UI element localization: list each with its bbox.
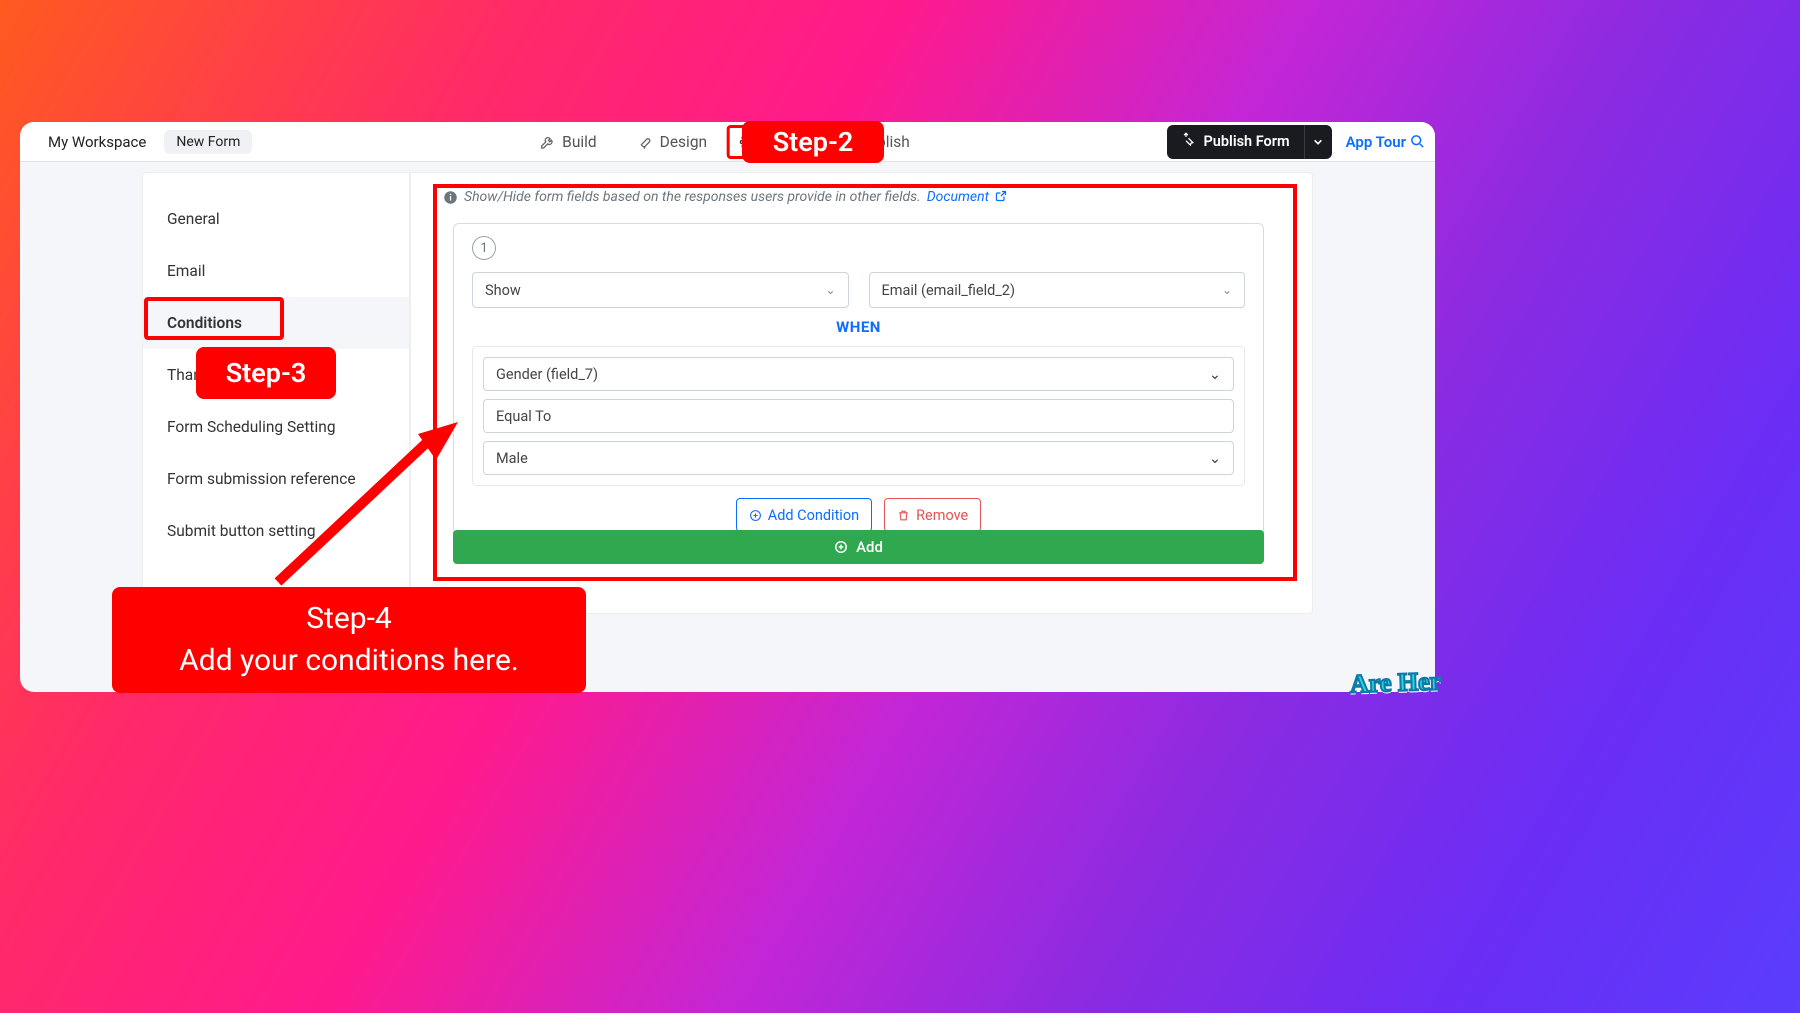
search-icon <box>1410 134 1425 149</box>
form-name-chip[interactable]: New Form <box>164 130 252 154</box>
header-right: Publish Form App Tour <box>1167 125 1426 159</box>
chevron-down-icon <box>1313 137 1323 147</box>
nav-build[interactable]: Build <box>519 122 616 162</box>
callout-step-2: Step-2 <box>742 121 884 163</box>
sidebar-item-general[interactable]: General <box>143 193 409 245</box>
document-link[interactable]: Document <box>927 189 1007 205</box>
publish-label: Publish Form <box>1204 133 1290 150</box>
action-select-value: Show <box>485 282 521 299</box>
callout-step-3: Step-3 <box>196 347 336 399</box>
when-label: WHEN <box>472 318 1245 336</box>
remove-label: Remove <box>916 507 968 524</box>
nav-design[interactable]: Design <box>617 122 727 162</box>
chevron-down-icon: ⌄ <box>1209 366 1221 383</box>
remove-button[interactable]: Remove <box>884 498 981 532</box>
callout-step-4-subtitle: Add your conditions here. <box>179 640 519 682</box>
chevron-down-icon: ⌄ <box>1209 450 1221 467</box>
watermark-text: Are Her <box>1349 666 1441 699</box>
condition-number-badge: 1 <box>472 236 496 260</box>
info-row: Show/Hide form fields based on the respo… <box>443 189 1284 205</box>
callout-step-2-text: Step-2 <box>773 126 854 158</box>
app-tour-label: App Tour <box>1346 133 1406 151</box>
value-select-value: Male <box>496 450 528 467</box>
condition-actions: Add Condition Remove <box>472 498 1245 532</box>
add-button[interactable]: Add <box>453 530 1264 564</box>
external-link-icon <box>995 190 1007 202</box>
pointer-icon <box>1181 132 1196 151</box>
chevron-down-icon: ⌄ <box>825 283 835 297</box>
source-field-value: Gender (field_7) <box>496 366 598 383</box>
main-panel: Show/Hide form fields based on the respo… <box>410 172 1313 614</box>
workspace-label[interactable]: My Workspace <box>48 133 146 151</box>
plus-circle-icon <box>834 540 848 554</box>
trash-icon <box>897 509 910 522</box>
sidebar-item-email[interactable]: Email <box>143 245 409 297</box>
page-background: My Workspace New Form Build Design <box>0 0 1800 1013</box>
publish-main[interactable]: Publish Form <box>1167 132 1304 151</box>
brush-icon <box>637 134 653 150</box>
operator-input[interactable]: Equal To <box>483 399 1234 433</box>
condition-card: 1 Show ⌄ Email (email_field_2) ⌄ WHEN <box>453 223 1264 551</box>
operator-value: Equal To <box>496 408 551 425</box>
plus-circle-icon <box>749 509 762 522</box>
chevron-down-icon: ⌄ <box>1222 283 1232 297</box>
rule-box: Gender (field_7) ⌄ Equal To Male ⌄ <box>472 346 1245 486</box>
app-tour-link[interactable]: App Tour <box>1346 133 1425 151</box>
info-icon <box>443 190 458 205</box>
target-field-select[interactable]: Email (email_field_2) ⌄ <box>869 272 1246 308</box>
arrow-annotation <box>258 422 478 592</box>
nav-build-label: Build <box>562 133 596 151</box>
target-field-value: Email (email_field_2) <box>882 282 1016 299</box>
document-link-label: Document <box>927 189 989 205</box>
app-window: My Workspace New Form Build Design <box>20 122 1435 692</box>
publish-caret[interactable] <box>1304 125 1332 159</box>
conditions-highlight-box <box>144 297 284 340</box>
app-header: My Workspace New Form Build Design <box>20 122 1435 162</box>
nav-design-label: Design <box>660 133 707 151</box>
wrench-icon <box>539 134 555 150</box>
callout-step-4: Step-4 Add your conditions here. <box>112 587 586 693</box>
add-condition-label: Add Condition <box>768 507 859 524</box>
callout-step-3-text: Step-3 <box>226 357 307 389</box>
value-select[interactable]: Male ⌄ <box>483 441 1234 475</box>
header-left: My Workspace New Form <box>48 130 252 154</box>
publish-form-button[interactable]: Publish Form <box>1167 125 1332 159</box>
info-text: Show/Hide form fields based on the respo… <box>464 189 921 205</box>
add-label: Add <box>856 538 883 556</box>
callout-step-4-title: Step-4 <box>306 598 392 640</box>
action-select[interactable]: Show ⌄ <box>472 272 849 308</box>
source-field-select[interactable]: Gender (field_7) ⌄ <box>483 357 1234 391</box>
add-condition-button[interactable]: Add Condition <box>736 498 872 532</box>
